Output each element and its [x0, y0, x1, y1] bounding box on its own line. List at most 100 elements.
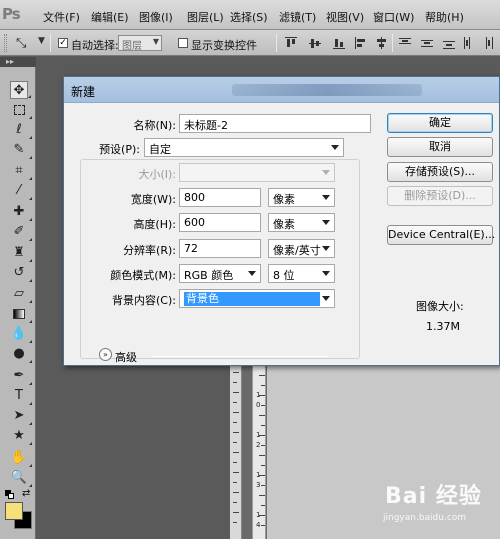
blur-tool-icon[interactable]: 💧: [10, 325, 32, 343]
width-unit-dropdown[interactable]: 像素: [268, 188, 335, 207]
advanced-divider: [152, 356, 328, 357]
shape-tool-icon[interactable]: ★: [10, 427, 32, 445]
preset-value: 自定: [149, 143, 171, 156]
ok-button[interactable]: 确定: [387, 113, 493, 133]
bit-depth-dropdown[interactable]: 8 位: [268, 264, 335, 283]
advanced-label[interactable]: 高级: [115, 349, 137, 365]
size-label: 大小(I):: [138, 168, 176, 181]
quick-select-tool-icon[interactable]: ✎: [10, 141, 32, 159]
watermark-url: jingyan.baidu.com: [383, 513, 467, 523]
name-field[interactable]: 未标题-2: [179, 114, 371, 133]
bg-contents-label: 背景内容(C):: [112, 294, 176, 307]
zoom-tool-icon[interactable]: 🔍: [10, 469, 32, 487]
eyedropper-tool-icon[interactable]: ⁄: [10, 182, 32, 200]
options-grip[interactable]: [4, 34, 7, 52]
hand-tool-icon[interactable]: ✋: [10, 449, 32, 467]
align-left-icon[interactable]: [354, 36, 368, 50]
height-field[interactable]: 600: [179, 213, 261, 232]
menu-view[interactable]: 视图(V): [326, 9, 364, 25]
preset-label: 预设(P):: [99, 143, 140, 156]
menu-layer[interactable]: 图层(L): [187, 9, 224, 25]
crop-tool-icon[interactable]: ⌗: [10, 162, 32, 180]
auto-select-checkbox[interactable]: ✓: [58, 38, 68, 48]
healing-brush-tool-icon[interactable]: ✚: [10, 203, 32, 221]
default-colors-icon[interactable]: [5, 490, 14, 499]
width-label: 宽度(W):: [130, 193, 176, 206]
distribute-hcenter-icon[interactable]: [482, 36, 496, 50]
collapse-arrows-icon[interactable]: ▸▸: [6, 57, 14, 66]
image-size-value: 1.37M: [426, 320, 460, 333]
dropdown-arrow-icon: [322, 195, 330, 200]
resolution-field[interactable]: 72: [179, 239, 261, 258]
swap-colors-icon[interactable]: ⇄: [22, 488, 30, 499]
width-field[interactable]: 800: [179, 188, 261, 207]
type-tool-icon[interactable]: T: [10, 387, 32, 405]
expand-advanced-icon[interactable]: »: [99, 348, 112, 361]
bg-contents-value: 背景色: [184, 292, 320, 306]
bg-contents-dropdown[interactable]: 背景色: [179, 289, 335, 308]
resolution-unit-value: 像素/英寸: [273, 244, 321, 257]
ruler-number: 3: [256, 481, 261, 489]
show-transform-label: 显示变换控件: [191, 39, 257, 52]
watermark-logo: Bai 经验: [385, 484, 482, 509]
tools-panel-header[interactable]: ▸▸: [0, 57, 36, 67]
lasso-tool-icon[interactable]: ℓ: [10, 121, 32, 139]
dialog-titlebar[interactable]: 新建: [64, 77, 499, 103]
distribute-left-icon[interactable]: [462, 36, 476, 50]
app-logo: Ps: [2, 5, 21, 23]
pen-tool-icon[interactable]: ✒: [10, 367, 32, 385]
height-label: 高度(H):: [133, 218, 176, 231]
cancel-button[interactable]: 取消: [387, 137, 493, 157]
image-size-label: 图像大小:: [416, 300, 464, 313]
separator: [50, 34, 51, 52]
brush-tool-icon[interactable]: ✐: [10, 223, 32, 241]
resolution-unit-dropdown[interactable]: 像素/英寸: [268, 239, 335, 258]
menu-window[interactable]: 窗口(W): [373, 9, 414, 25]
menu-file[interactable]: 文件(F): [43, 9, 80, 25]
document-ruler[interactable]: 1 0 1 2 1 3 1 4: [252, 365, 266, 539]
dropdown-arrow-icon: [322, 271, 330, 276]
width-unit-value: 像素: [273, 193, 295, 206]
save-preset-button[interactable]: 存储预设(S)...: [387, 162, 493, 182]
dropdown-arrow-icon: [322, 296, 330, 301]
clone-stamp-tool-icon[interactable]: ♜: [10, 244, 32, 262]
menu-help[interactable]: 帮助(H): [425, 9, 464, 25]
dialog-title: 新建: [71, 85, 96, 99]
menu-select[interactable]: 选择(S): [230, 9, 268, 25]
resolution-label: 分辨率(R):: [123, 244, 176, 257]
color-mode-dropdown[interactable]: RGB 颜色: [179, 264, 261, 283]
auto-select-target-dropdown[interactable]: 图层 ▼: [118, 35, 162, 52]
align-top-icon[interactable]: [284, 36, 298, 50]
auto-select-label: 自动选择:: [71, 39, 119, 52]
menu-image[interactable]: 图像(I): [139, 9, 173, 25]
dropdown-arrow-icon: ▼: [152, 37, 159, 46]
foreground-color-swatch[interactable]: [5, 502, 23, 520]
distribute-bottom-icon[interactable]: [442, 36, 456, 50]
align-bottom-icon[interactable]: [332, 36, 346, 50]
align-hcenter-icon[interactable]: [374, 36, 388, 50]
height-unit-value: 像素: [273, 218, 295, 231]
dodge-tool-icon[interactable]: ●: [10, 345, 32, 363]
eraser-tool-icon[interactable]: ▱: [10, 285, 32, 303]
menu-edit[interactable]: 编辑(E): [91, 9, 129, 25]
history-brush-tool-icon[interactable]: ↺: [10, 264, 32, 282]
distribute-top-icon[interactable]: [398, 36, 412, 50]
move-tool-icon[interactable]: ✥: [10, 81, 31, 99]
marquee-tool-icon[interactable]: [10, 101, 32, 119]
name-label: 名称(N):: [133, 119, 176, 132]
distribute-vcenter-icon[interactable]: [420, 36, 434, 50]
color-mode-label: 颜色模式(M):: [110, 269, 176, 282]
menu-filter[interactable]: 滤镜(T): [279, 9, 316, 25]
move-tool-icon[interactable]: ⤡: [16, 36, 26, 51]
align-vcenter-icon[interactable]: [308, 36, 322, 50]
show-transform-checkbox[interactable]: [178, 38, 188, 48]
device-central-button[interactable]: Device Central(E)...: [387, 225, 495, 245]
auto-select-target-value: 图层: [122, 41, 142, 52]
path-select-tool-icon[interactable]: ➤: [10, 407, 32, 425]
dropdown-arrow-icon: [322, 170, 330, 175]
ruler-number: 4: [256, 521, 261, 529]
gradient-tool-icon[interactable]: [10, 305, 32, 323]
preset-dropdown[interactable]: 自定: [144, 138, 344, 157]
tool-preset-caret-icon[interactable]: ▼: [38, 36, 45, 46]
height-unit-dropdown[interactable]: 像素: [268, 213, 335, 232]
